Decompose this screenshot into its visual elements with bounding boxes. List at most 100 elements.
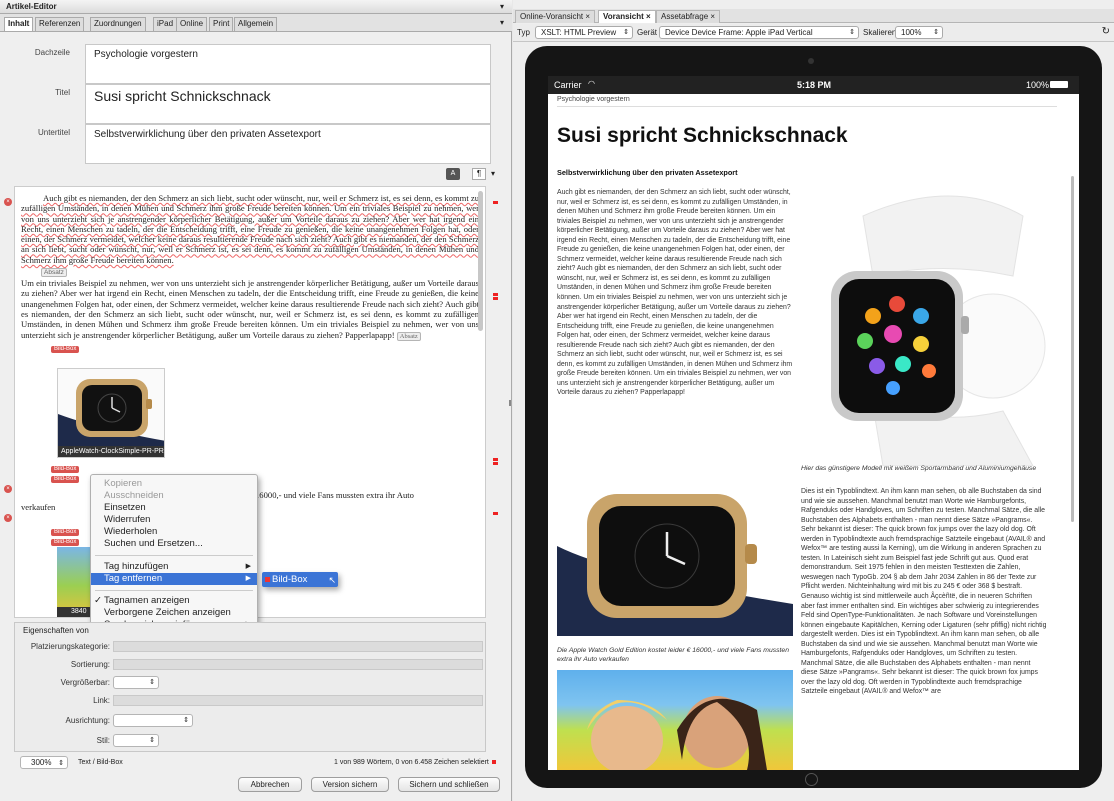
platzierungskategorie-field[interactable] xyxy=(113,641,483,652)
untertitel-value: Selbstverwirklichung über den privaten A… xyxy=(94,129,321,140)
menu-item-widerrufen[interactable]: Widerrufen xyxy=(91,514,257,526)
close-icon[interactable]: × xyxy=(646,12,651,21)
tab-assetabfrage[interactable]: Assetabfrage × xyxy=(656,10,721,23)
untertitel-field[interactable]: Selbstverwirklichung über den privaten A… xyxy=(85,124,491,164)
typ-select[interactable]: XSLT: HTML Preview ⇕ xyxy=(535,26,633,39)
menu-item-tagnamen-anzeigen[interactable]: ✓ Tagnamen anzeigen xyxy=(91,595,257,607)
editor-scrollbar[interactable] xyxy=(478,191,483,331)
bildbox-tag[interactable]: Bild-Box xyxy=(51,345,80,353)
girls-image xyxy=(557,670,793,770)
close-icon[interactable]: × xyxy=(710,12,715,21)
sortierung-field[interactable] xyxy=(113,659,483,670)
tab-online-voransicht-label: Online-Voransicht xyxy=(520,12,584,21)
ipad-screen: Carrier ◠ 5:18 PM 100% Psychologie vorge… xyxy=(548,76,1079,770)
submenu-item-bildbox[interactable]: Bild-Box ↖ xyxy=(262,572,338,587)
girls-thumbnail[interactable]: 3840 xyxy=(57,547,91,617)
geraet-select[interactable]: Device Device Frame: Apple iPad Vertical… xyxy=(659,26,859,39)
change-marker xyxy=(493,512,498,515)
menu-item-suchen-ersetzen[interactable]: Suchen und Ersetzen... xyxy=(91,538,257,550)
tab-allgemein[interactable]: Allgemein xyxy=(234,17,278,31)
menu-item-ausschneiden[interactable]: Ausschneiden xyxy=(91,490,257,502)
tab-print[interactable]: Print xyxy=(209,17,234,31)
bildbox-tag[interactable]: Bild-Box xyxy=(51,539,80,546)
error-icon[interactable]: × xyxy=(4,198,12,206)
tab-online-voransicht[interactable]: Online-Voransicht × xyxy=(515,10,596,23)
article-title: Susi spricht Schnickschnack xyxy=(557,124,848,147)
skalieren-label: Skalieren xyxy=(863,28,897,37)
error-icon[interactable]: × xyxy=(4,514,12,522)
stepper-icon: ⇕ xyxy=(183,717,189,724)
menu-item-tag-entfernen-label: Tag entfernen xyxy=(104,573,163,584)
tabs-menu-icon[interactable]: ▾ xyxy=(500,18,504,27)
skalieren-select[interactable]: 100% ⇕ xyxy=(895,26,943,39)
absatz-tag[interactable]: Absatz xyxy=(41,268,67,278)
menu-item-tag-hinzufuegen[interactable]: Tag hinzufügen ▶ xyxy=(91,561,257,573)
change-marker xyxy=(493,297,498,300)
article-body-col1: Auch gibt es niemanden, der den Schmerz … xyxy=(557,189,793,397)
panel-menu-icon[interactable]: ▾ xyxy=(500,2,504,11)
splitter-handle[interactable] xyxy=(509,400,511,406)
properties-title: Eigenschaften von xyxy=(23,626,89,635)
ausrichtung-select[interactable]: ⇕ xyxy=(113,714,193,727)
stepper-icon: ⇕ xyxy=(149,737,155,744)
battery-icon xyxy=(1050,81,1068,88)
cancel-button[interactable]: Abbrechen xyxy=(238,777,302,792)
untertitel-label: Untertitel xyxy=(37,128,70,137)
submenu-arrow-icon: ▶ xyxy=(245,575,251,582)
tab-voransicht[interactable]: Voransicht × xyxy=(598,10,656,23)
typ-value: XSLT: HTML Preview xyxy=(541,28,617,37)
tab-referenzen[interactable]: Referenzen xyxy=(35,17,85,31)
status-bar: 300% ⇕ Text / Bild-Box 1 von 989 Wörtern,… xyxy=(14,756,500,770)
tab-inhalt[interactable]: Inhalt xyxy=(4,17,34,31)
link-field[interactable] xyxy=(113,695,483,706)
zoom-select[interactable]: 300% ⇕ xyxy=(20,756,68,769)
home-button[interactable] xyxy=(805,773,818,786)
refresh-icon[interactable]: ↻ xyxy=(1102,26,1110,37)
menu-item-verborgene-zeichen[interactable]: Verborgene Zeichen anzeigen xyxy=(91,607,257,619)
geraet-value: Device Device Frame: Apple iPad Vertical xyxy=(665,28,813,37)
menu-item-tag-entfernen[interactable]: Tag entfernen ▶ xyxy=(91,573,257,585)
bildbox-tag-row: Bild-Box xyxy=(15,342,485,353)
bildbox-tag[interactable]: Bild-Box xyxy=(51,476,80,483)
menu-item-einsetzen[interactable]: Einsetzen xyxy=(91,502,257,514)
stepper-icon: ⇕ xyxy=(933,29,939,36)
error-icon[interactable]: × xyxy=(4,485,12,493)
tab-online[interactable]: Online xyxy=(176,17,208,31)
preview-scrollbar[interactable] xyxy=(1071,176,1074,522)
carrier-label: Carrier xyxy=(554,80,582,90)
pilcrow-icon[interactable]: ¶ xyxy=(472,168,486,180)
menu-item-kopieren[interactable]: Kopieren xyxy=(91,478,257,490)
article-editor-panel: Artikel-Editor ▾ Inhalt Referenzen Zuord… xyxy=(0,0,512,801)
skalieren-value: 100% xyxy=(901,28,922,37)
sortierung-label: Sortierung: xyxy=(70,660,110,669)
close-icon[interactable]: × xyxy=(585,12,590,21)
tab-zuordnungen[interactable]: Zuordnungen xyxy=(90,17,146,31)
toolbar-dropdown-icon[interactable]: ▾ xyxy=(491,169,495,178)
bildbox-tag-row: Bild-Box xyxy=(51,472,80,483)
absatz-tag[interactable]: Absatz xyxy=(396,331,421,341)
device-status-bar: Carrier ◠ 5:18 PM 100% xyxy=(548,76,1079,94)
save-close-button[interactable]: Sichern und schließen xyxy=(398,777,500,792)
watch-thumbnail[interactable]: AppleWatch-ClockSimple-PR-PRIN... xyxy=(57,368,165,458)
menu-separator xyxy=(95,590,253,591)
tag-color-icon xyxy=(265,577,270,582)
editor-panel-header: Artikel-Editor ▾ xyxy=(0,0,512,14)
dachzeile-field[interactable]: Psychologie vorgestern xyxy=(85,44,491,84)
format-icon[interactable]: A xyxy=(446,168,460,180)
stepper-icon: ⇕ xyxy=(58,760,64,767)
ausrichtung-label: Ausrichtung: xyxy=(65,716,110,725)
titel-field[interactable]: Susi spricht Schnickschnack xyxy=(85,84,491,124)
stil-select[interactable]: ⇕ xyxy=(113,734,159,747)
battery-label: 100% xyxy=(1026,80,1050,90)
stepper-icon: ⇕ xyxy=(149,679,155,686)
tab-ipad[interactable]: iPad xyxy=(153,17,178,31)
change-marker xyxy=(493,462,498,465)
dachzeile-label: Dachzeile xyxy=(34,48,70,57)
menu-item-wiederholen[interactable]: Wiederholen xyxy=(91,526,257,538)
status-indicator xyxy=(492,760,496,764)
caption-gold-watch: Die Apple Watch Gold Edition kostet leid… xyxy=(557,647,789,663)
editor-tabs: Inhalt Referenzen Zuordnungen iPad Onlin… xyxy=(0,14,512,32)
element-path: Text / Bild-Box xyxy=(78,759,123,766)
save-version-button[interactable]: Version sichern xyxy=(311,777,389,792)
vergroesserbar-select[interactable]: ⇕ xyxy=(113,676,159,689)
